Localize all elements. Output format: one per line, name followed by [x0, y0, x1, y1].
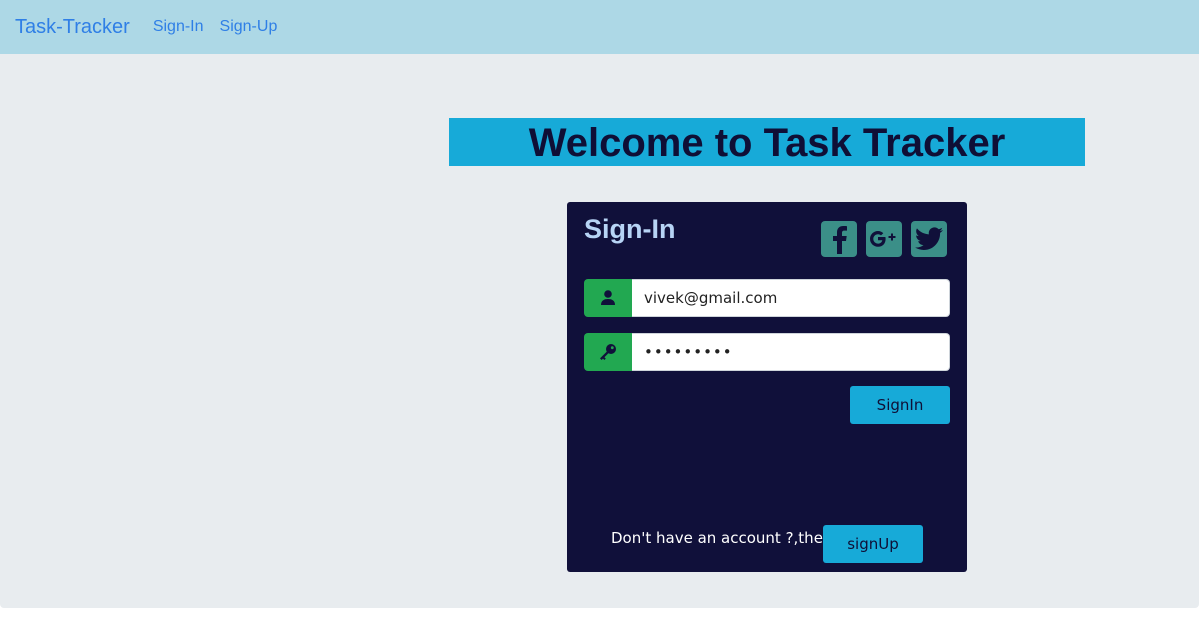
twitter-button[interactable] [911, 221, 947, 257]
email-input-group [584, 279, 950, 317]
sign-up-button[interactable]: signUp [823, 525, 923, 563]
password-input-group [584, 333, 950, 371]
facebook-button[interactable] [821, 221, 857, 257]
email-input[interactable] [632, 279, 950, 317]
key-prefix [584, 333, 632, 371]
nav-link-sign-in[interactable]: Sign-In [153, 18, 204, 36]
brand-link[interactable]: Task-Tracker [15, 16, 130, 39]
password-input[interactable] [632, 333, 950, 371]
key-icon [600, 344, 616, 360]
twitter-icon [915, 227, 943, 250]
google-plus-button[interactable] [866, 221, 902, 257]
welcome-banner: Welcome to Task Tracker [449, 118, 1085, 166]
user-prefix [584, 279, 632, 317]
sign-in-title: Sign-In [584, 214, 676, 244]
navbar: Task-Tracker Sign-In Sign-Up [0, 0, 1199, 54]
google-plus-icon [870, 231, 896, 247]
signup-prompt-text: Don't have an account ?,then.. [611, 529, 842, 547]
sign-in-card: Sign-In vivek@gmail.com SignIn Don't hav… [567, 202, 967, 572]
facebook-icon [833, 226, 847, 254]
nav-link-sign-up[interactable]: Sign-Up [220, 18, 278, 36]
user-icon [601, 290, 615, 305]
sign-in-button[interactable]: SignIn [850, 386, 950, 424]
